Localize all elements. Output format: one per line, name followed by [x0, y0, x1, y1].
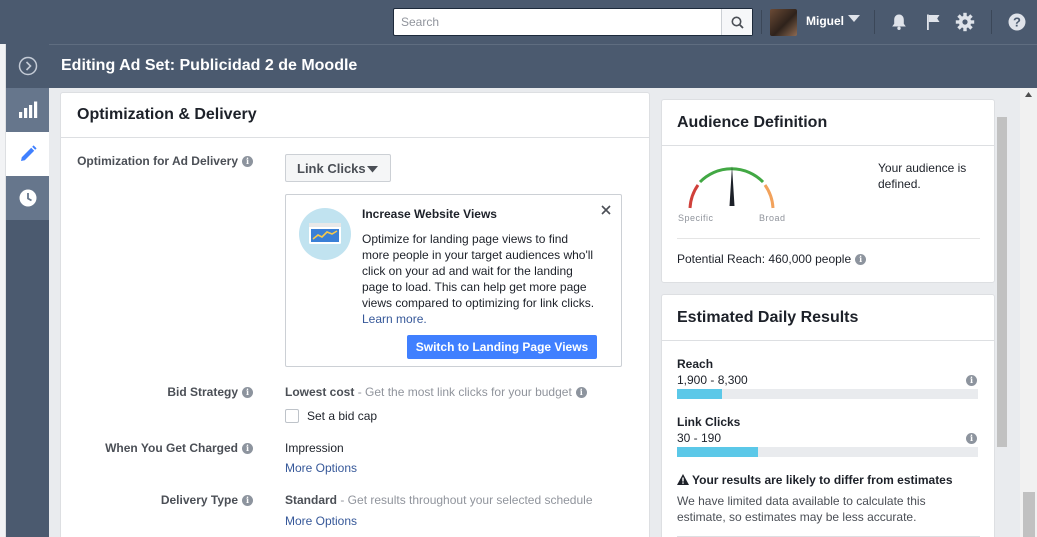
- bar-chart-icon: [18, 101, 37, 118]
- warning-icon: [677, 474, 689, 485]
- panel-scrollbar-thumb[interactable]: [997, 117, 1007, 447]
- info-icon[interactable]: i: [855, 254, 867, 266]
- expand-icon: [18, 56, 37, 76]
- estimate-warning-title: Your results are likely to differ from e…: [677, 473, 953, 487]
- page-title: Editing Ad Set: Publicidad 2 de Moodle: [61, 57, 358, 74]
- search-icon: [731, 16, 744, 29]
- audience-status: Your audience is defined.: [878, 161, 967, 191]
- gauge-orange-segment: [763, 184, 775, 209]
- rail-edit-button[interactable]: [6, 132, 49, 176]
- audience-definition-panel: Audience Definition Specific Broad Your …: [661, 99, 995, 283]
- gauge-needle: [729, 166, 735, 206]
- help-button[interactable]: ?: [1006, 11, 1028, 33]
- avatar[interactable]: [770, 9, 797, 36]
- rail-reporting-button[interactable]: [6, 88, 49, 132]
- chevron-down-icon[interactable]: [848, 15, 860, 23]
- metric-reach-range: 1,900 - 8,300: [677, 373, 748, 387]
- caret-down-icon: [367, 166, 378, 173]
- divider: [662, 340, 994, 341]
- ad-delivery-dropdown[interactable]: Link Clicks: [285, 154, 391, 182]
- info-icon[interactable]: i: [242, 443, 253, 455]
- recommendation-card: Increase Website Views Optimize for land…: [285, 194, 622, 367]
- recommendation-title: Increase Website Views: [362, 207, 497, 221]
- metric-link-clicks-range: 30 - 190: [677, 431, 722, 445]
- charged-value: Impression: [285, 441, 344, 455]
- notifications-button[interactable]: [888, 11, 910, 33]
- delivery-more-options-link[interactable]: More Options: [285, 514, 357, 528]
- metric-link-clicks-bar: [677, 447, 978, 457]
- section-title: Estimated Daily Results: [677, 309, 859, 326]
- pencil-icon: [20, 145, 37, 161]
- info-icon[interactable]: i: [242, 387, 253, 399]
- flag-button[interactable]: [922, 11, 944, 33]
- metric-reach-label: Reach: [677, 357, 714, 371]
- divider: [874, 10, 875, 34]
- potential-reach: Potential Reach: 460,000 people i: [677, 252, 867, 266]
- divider: [677, 238, 980, 239]
- search-button[interactable]: [721, 9, 752, 35]
- svg-text:?: ?: [1013, 15, 1021, 30]
- divider: [991, 10, 992, 34]
- ad-delivery-label: Optimization for Ad Delivery i: [77, 154, 253, 168]
- info-icon[interactable]: i: [966, 375, 977, 386]
- search-input[interactable]: [394, 9, 722, 35]
- metric-reach-bar: [677, 389, 978, 399]
- charged-more-options-link[interactable]: More Options: [285, 461, 357, 475]
- metric-link-clicks-fill: [677, 447, 759, 457]
- settings-button[interactable]: [954, 11, 976, 33]
- gauge-red-segment: [688, 184, 700, 209]
- clock-icon: [19, 189, 36, 207]
- metric-reach-fill: [677, 389, 723, 399]
- estimated-daily-results-panel: Estimated Daily Results Reach 1,900 - 8,…: [661, 294, 995, 537]
- charged-label: When You Get Charged i: [105, 441, 253, 455]
- flag-icon: [927, 14, 940, 30]
- divider: [662, 145, 994, 146]
- page-scrollbar[interactable]: [1020, 88, 1037, 537]
- estimate-warning-body: We have limited data available to calcul…: [677, 494, 926, 524]
- bid-cap-label[interactable]: Set a bid cap: [307, 409, 377, 423]
- recommendation-body: Optimize for landing page views to find …: [362, 232, 595, 326]
- help-icon: ?: [1008, 13, 1026, 31]
- user-name[interactable]: Miguel: [806, 14, 844, 28]
- left-navigation-rail: [6, 44, 49, 537]
- editor-header: Editing Ad Set: Publicidad 2 de Moodle: [49, 44, 1037, 88]
- top-navigation-bar: Miguel ?: [0, 0, 1037, 44]
- bid-strategy-value[interactable]: Lowest cost - Get the most link clicks f…: [285, 385, 587, 399]
- gauge-specific-label: Specific: [678, 213, 714, 223]
- divider: [61, 137, 649, 138]
- info-icon[interactable]: i: [966, 433, 977, 444]
- bid-strategy-label: Bid Strategy i: [167, 385, 253, 399]
- rail-expand-button[interactable]: [6, 44, 49, 88]
- gear-icon: [955, 12, 975, 32]
- info-icon[interactable]: i: [242, 495, 253, 507]
- search-box: [393, 8, 753, 36]
- scroll-up-icon[interactable]: [1025, 92, 1032, 97]
- bell-icon: [892, 14, 906, 30]
- browser-chart-icon: [309, 223, 341, 244]
- learn-more-link[interactable]: Learn more.: [362, 312, 427, 326]
- bid-cap-checkbox[interactable]: [285, 409, 299, 423]
- close-icon: [601, 205, 611, 215]
- switch-to-landing-page-views-button[interactable]: Switch to Landing Page Views: [407, 335, 597, 359]
- scrollbar-thumb[interactable]: [1023, 492, 1035, 537]
- metric-link-clicks-label: Link Clicks: [677, 415, 741, 429]
- delivery-type-label: Delivery Type i: [161, 493, 253, 507]
- section-title: Optimization & Delivery: [77, 106, 257, 123]
- website-views-illustration: [299, 208, 351, 260]
- delivery-type-value: Standard - Get results throughout your s…: [285, 493, 593, 507]
- info-icon[interactable]: i: [242, 156, 253, 168]
- optimization-delivery-panel: Optimization & Delivery Optimization for…: [60, 92, 650, 537]
- section-title: Audience Definition: [677, 114, 828, 131]
- info-icon[interactable]: i: [575, 387, 587, 399]
- divider: [761, 10, 762, 34]
- close-recommendation-button[interactable]: [601, 204, 611, 218]
- ad-delivery-value: Link Clicks: [297, 161, 366, 176]
- rail-history-button[interactable]: [6, 176, 49, 220]
- gauge-broad-label: Broad: [759, 213, 786, 223]
